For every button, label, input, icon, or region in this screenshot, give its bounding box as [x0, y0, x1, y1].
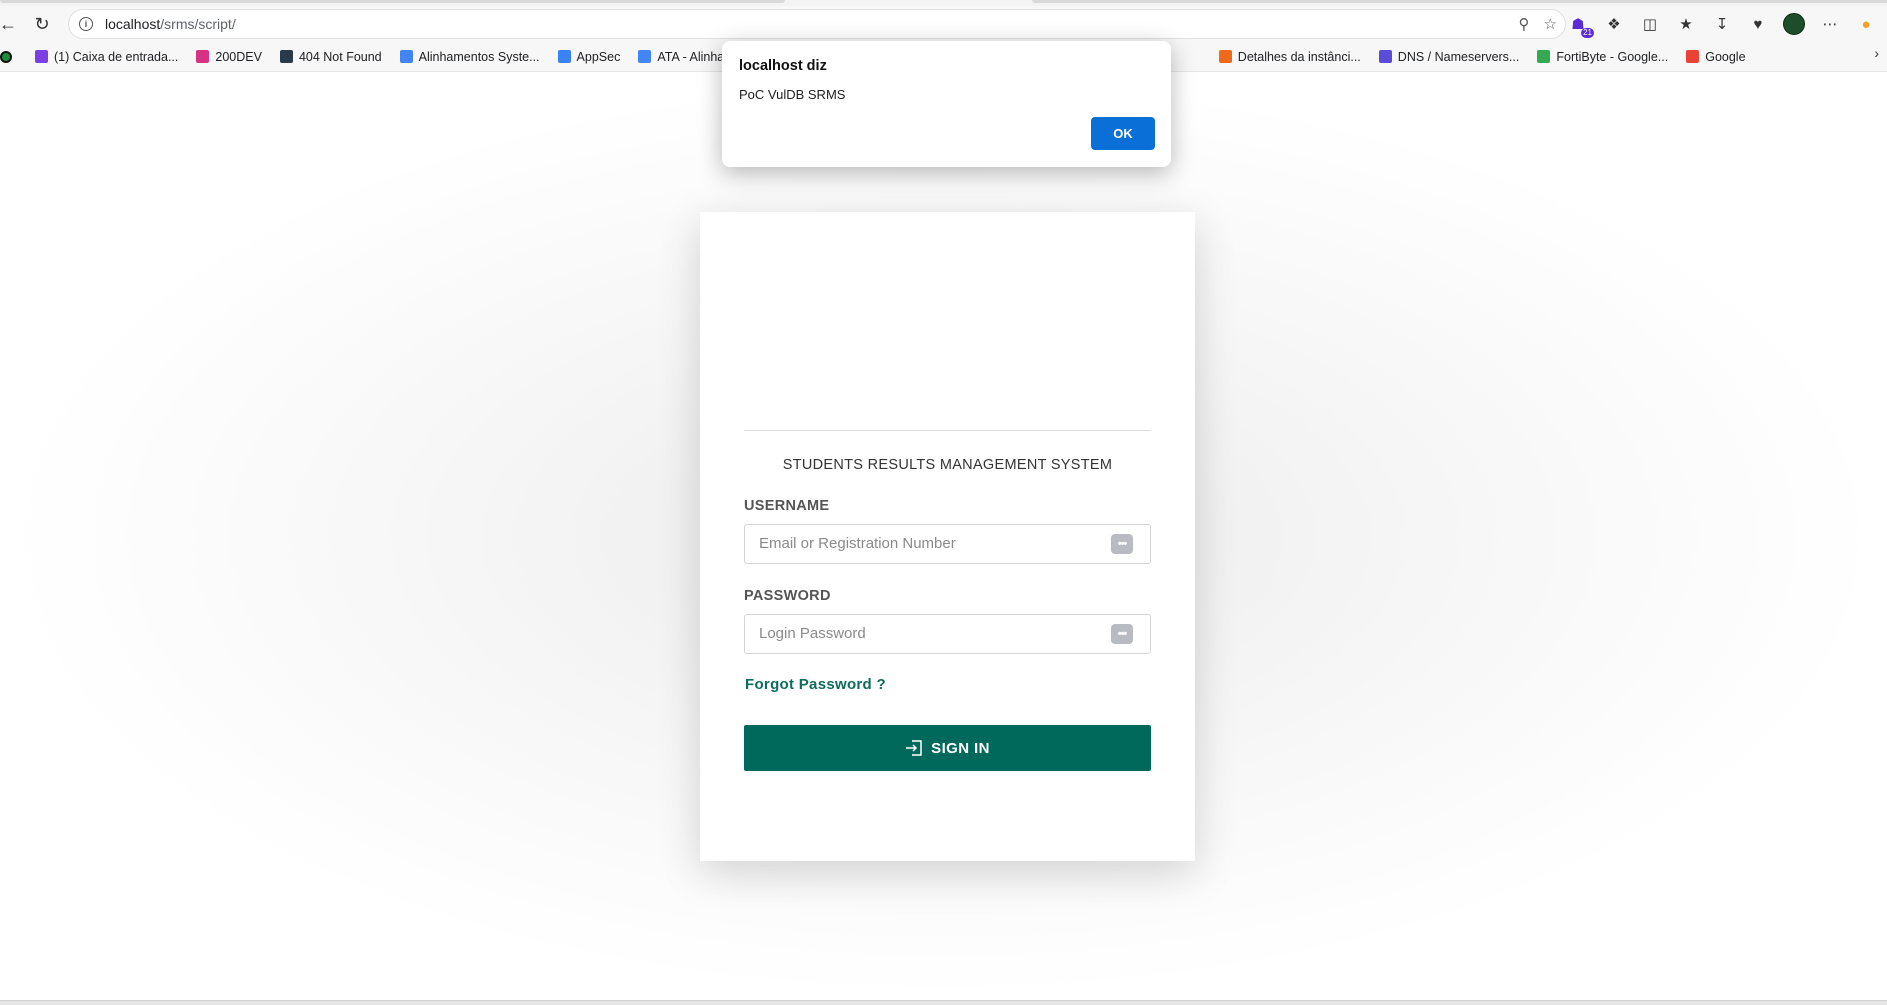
bookmark-favicon-icon	[1686, 50, 1700, 63]
bookmark-label: AppSec	[576, 49, 621, 64]
address-bar-actions: ⚲ ☆	[1519, 10, 1557, 38]
bottom-scrollbar[interactable]	[0, 1000, 1887, 1005]
toolbar-extensions: ☗ 21 ❖ ◫ ★ ↧ ♥ ⋯ ●	[1567, 6, 1887, 42]
alert-ok-button[interactable]: OK	[1091, 117, 1155, 150]
sign-in-label: SIGN IN	[931, 739, 990, 757]
info-icon[interactable]: i	[79, 17, 93, 31]
bookmark-favicon-icon	[638, 50, 652, 63]
bookmark-item[interactable]: AppSec	[549, 45, 630, 69]
divider	[744, 430, 1151, 431]
password-input[interactable]	[759, 615, 1099, 651]
alert-title: localhost diz	[739, 58, 827, 74]
password-field-wrap: •••	[744, 614, 1151, 654]
system-title: STUDENTS RESULTS MANAGEMENT SYSTEM	[782, 457, 1113, 473]
copilot-icon[interactable]: ●	[1855, 13, 1877, 35]
more-options-icon[interactable]: ⋯	[1819, 13, 1841, 35]
profile-avatar[interactable]	[1783, 13, 1805, 35]
favorite-star-icon[interactable]: ☆	[1544, 15, 1557, 33]
password-manager-icon[interactable]: •••	[1111, 624, 1133, 644]
health-icon[interactable]: ♥	[1747, 13, 1769, 35]
alert-message: PoC VulDB SRMS	[739, 87, 846, 102]
bookmark-item[interactable]: DNS / Nameservers...	[1370, 45, 1529, 69]
login-card: STUDENTS RESULTS MANAGEMENT SYSTEM USERN…	[700, 212, 1195, 861]
extension-icon[interactable]: ☗ 21	[1567, 13, 1594, 38]
page-content: STUDENTS RESULTS MANAGEMENT SYSTEM USERN…	[0, 73, 1887, 1000]
bookmark-start-icon[interactable]	[0, 50, 12, 63]
password-manager-icon[interactable]: •••	[1111, 534, 1133, 554]
bookmark-item[interactable]: Google	[1677, 45, 1754, 69]
url-host: localhost	[105, 16, 161, 32]
split-screen-icon[interactable]: ◫	[1639, 13, 1661, 35]
tab-strip-segment	[0, 0, 785, 3]
bookmark-label: (1) Caixa de entrada...	[54, 49, 179, 64]
download-icon[interactable]: ↧	[1711, 13, 1733, 35]
bookmark-favicon-icon	[1537, 50, 1551, 63]
password-label: PASSWORD	[744, 588, 831, 604]
bookmark-label: 200DEV	[215, 49, 262, 64]
bookmark-item[interactable]: (1) Caixa de entrada...	[26, 45, 187, 69]
browser-toolbar: ← ↻ i localhost/srms/script/ ⚲ ☆ ☗ 21 ❖ ◫…	[0, 6, 1887, 42]
bookmarks-overflow-chevron-icon[interactable]: ›	[1874, 45, 1879, 61]
favorites-icon[interactable]: ★	[1675, 13, 1697, 35]
alert-dialog: localhost diz PoC VulDB SRMS OK	[722, 41, 1171, 167]
username-input[interactable]	[759, 525, 1099, 561]
bookmark-favicon-icon	[1378, 50, 1392, 63]
puzzle-icon[interactable]: ❖	[1603, 13, 1625, 35]
bookmark-label: FortiByte - Google...	[1556, 49, 1669, 64]
bookmark-favicon-icon	[196, 50, 210, 63]
bookmark-favicon-icon	[557, 50, 571, 63]
extension-badge: 21	[1581, 28, 1594, 38]
bookmark-label: Alinhamentos Syste...	[418, 49, 540, 64]
bookmark-label: Google	[1705, 49, 1746, 64]
bookmark-item[interactable]: Alinhamentos Syste...	[391, 45, 549, 69]
bookmark-favicon-icon	[399, 50, 413, 63]
forgot-password-link[interactable]: Forgot Password ?	[745, 676, 886, 693]
bookmark-label: 404 Not Found	[298, 49, 382, 64]
bookmark-label: Detalhes da instânci...	[1237, 49, 1361, 64]
bookmark-item[interactable]: Detalhes da instânci...	[1210, 45, 1370, 69]
bookmark-favicon-icon	[35, 50, 48, 63]
reload-icon[interactable]: ↻	[28, 10, 56, 38]
bookmark-item[interactable]: FortiByte - Google...	[1528, 45, 1677, 69]
username-field-wrap: •••	[744, 524, 1151, 564]
sign-in-icon	[906, 740, 922, 756]
username-label: USERNAME	[744, 498, 830, 514]
bookmark-label: DNS / Nameservers...	[1397, 49, 1520, 64]
bookmark-item[interactable]: 404 Not Found	[271, 45, 391, 69]
zoom-icon[interactable]: ⚲	[1519, 15, 1530, 33]
url-text: localhost/srms/script/	[105, 16, 236, 32]
tab-strip-segment	[1032, 0, 1887, 3]
address-bar[interactable]: i localhost/srms/script/ ⚲ ☆	[68, 9, 1566, 39]
sign-in-button[interactable]: SIGN IN	[744, 725, 1151, 771]
bookmark-item[interactable]: 200DEV	[187, 45, 271, 69]
bookmark-favicon-icon	[279, 50, 293, 63]
bookmark-favicon-icon	[1218, 50, 1232, 63]
url-path: /srms/script/	[160, 16, 236, 32]
back-arrow-icon[interactable]: ←	[0, 10, 22, 38]
